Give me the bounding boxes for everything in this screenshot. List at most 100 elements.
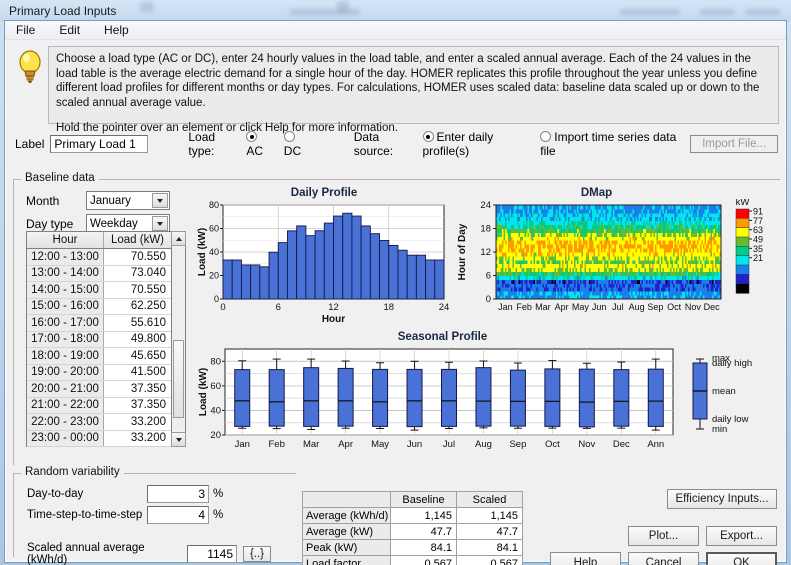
svg-text:Ann: Ann	[647, 439, 664, 450]
table-row[interactable]: 15:00 - 16:00 62.250	[27, 298, 171, 315]
cancel-button[interactable]: Cancel	[628, 552, 699, 565]
scaled-average-expression-button[interactable]: {..}	[243, 546, 271, 562]
cell-load[interactable]: 37.350	[104, 397, 171, 413]
day-to-day-unit: %	[213, 488, 224, 500]
cell-hour: 23:00 - 00:00	[27, 430, 104, 446]
table-row[interactable]: 16:00 - 17:00 55.610	[27, 315, 171, 332]
stats-corner-cell	[302, 491, 391, 508]
table-header-row: Hour Load (kW)	[27, 232, 171, 249]
cell-load[interactable]: 37.350	[104, 381, 171, 397]
stats-row-label: Peak (kW)	[302, 539, 391, 556]
month-dropdown-arrow[interactable]	[152, 193, 168, 208]
svg-text:daily high: daily high	[712, 358, 752, 369]
scaled-average-caption: Scaled annual average (kWh/d)	[27, 542, 145, 565]
label-input[interactable]	[50, 135, 149, 153]
table-row[interactable]: 21:00 - 22:00 37.350	[27, 397, 171, 414]
daytype-value: Weekday	[90, 217, 138, 230]
svg-text:0: 0	[486, 294, 491, 305]
svg-text:May: May	[371, 439, 389, 450]
cell-load[interactable]: 41.500	[104, 364, 171, 380]
svg-text:Feb: Feb	[269, 439, 285, 450]
cell-load[interactable]: 73.040	[104, 265, 171, 281]
scaled-average-input[interactable]	[187, 545, 237, 563]
cell-load[interactable]: 33.200	[104, 414, 171, 430]
svg-text:24: 24	[480, 200, 491, 211]
plot-button[interactable]: Plot...	[628, 526, 699, 546]
svg-text:40: 40	[210, 405, 221, 416]
random-variability-title: Random variability	[21, 466, 124, 478]
table-row[interactable]: 22:00 - 23:00 33.200	[27, 414, 171, 431]
baseline-data-group: Baseline data Month January Day type Wee…	[13, 172, 780, 469]
stats-value-baseline: 0.567	[390, 555, 457, 565]
scroll-up-button[interactable]	[171, 231, 186, 246]
hint-panel: Choose a load type (AC or DC), enter 24 …	[5, 40, 786, 134]
daily-profile-chart: Daily Profile 0 20 40 60 80 0 6 12 18 24 Hour Load …	[195, 187, 453, 332]
baseline-group-title: Baseline data	[21, 172, 99, 184]
month-value: January	[90, 194, 131, 207]
stats-row: Load factor 0.567 0.567	[302, 555, 523, 565]
import-file-button[interactable]: Import File...	[690, 135, 778, 153]
table-row[interactable]: 19:00 - 20:00 41.500	[27, 364, 171, 381]
radio-ac-icon	[246, 131, 258, 142]
table-row[interactable]: 14:00 - 15:00 70.550	[27, 282, 171, 299]
stats-row: Average (kW) 47.7 47.7	[302, 523, 523, 540]
table-row[interactable]: 12:00 - 13:00 70.550	[27, 249, 171, 266]
stats-value-scaled: 0.567	[456, 555, 523, 565]
table-row[interactable]: 20:00 - 21:00 37.350	[27, 381, 171, 398]
svg-text:Hour: Hour	[322, 314, 345, 325]
dialog-button-area: Efficiency Inputs... Plot... Export... H…	[550, 489, 777, 565]
window-titlebar: Primary Load Inputs	[0, 0, 791, 22]
stats-row-label: Average (kWh/d)	[302, 507, 391, 524]
cell-load[interactable]: 70.550	[104, 282, 171, 298]
menu-edit[interactable]: Edit	[56, 22, 83, 38]
col-header-hour: Hour	[27, 232, 104, 248]
stats-value-scaled: 1,145	[456, 507, 523, 524]
svg-text:6: 6	[276, 302, 281, 313]
scaled-average-row: Scaled annual average (kWh/d) {..}	[27, 542, 271, 565]
menu-file[interactable]: File	[13, 22, 38, 38]
month-caption: Month	[26, 193, 60, 208]
ok-button[interactable]: OK	[706, 552, 777, 565]
svg-text:Jun: Jun	[592, 302, 607, 312]
daytype-dropdown-arrow[interactable]	[152, 216, 168, 231]
svg-text:Jan: Jan	[235, 439, 250, 450]
radio-load-type-ac[interactable]: AC	[246, 130, 273, 158]
table-row[interactable]: 18:00 - 19:00 45.650	[27, 348, 171, 365]
scroll-down-button[interactable]	[171, 432, 186, 447]
radio-data-source-import[interactable]: Import time series data file	[540, 130, 678, 158]
svg-text:Jul: Jul	[612, 302, 624, 312]
svg-text:Jun: Jun	[407, 439, 422, 450]
svg-text:6: 6	[486, 271, 491, 282]
radio-data-source-daily[interactable]: Enter daily profile(s)	[422, 130, 531, 158]
statistics-grid: Baseline Scaled Average (kWh/d) 1,145 1,14…	[302, 491, 523, 565]
menu-help[interactable]: Help	[101, 22, 132, 38]
radio-ac-label: AC	[246, 144, 264, 158]
cell-load[interactable]: 55.610	[104, 315, 171, 331]
table-row[interactable]: 23:00 - 00:00 33.200	[27, 430, 171, 447]
radio-daily-icon	[422, 131, 434, 142]
svg-text:Load (kW): Load (kW)	[198, 368, 209, 416]
stats-row-label: Average (kW)	[302, 523, 391, 540]
table-row[interactable]: 13:00 - 14:00 73.040	[27, 265, 171, 282]
cell-load[interactable]: 33.200	[104, 430, 171, 446]
load-type-caption: Load type:	[188, 130, 216, 158]
timestep-input[interactable]	[147, 506, 209, 524]
cell-load[interactable]: 70.550	[104, 249, 171, 265]
scrollbar-thumb[interactable]	[173, 340, 184, 418]
svg-text:80: 80	[209, 200, 219, 210]
radio-load-type-dc[interactable]: DC	[283, 130, 312, 158]
label-caption: Label	[15, 137, 45, 151]
cell-hour: 18:00 - 19:00	[27, 348, 104, 364]
help-button[interactable]: Help	[550, 552, 621, 565]
month-dropdown[interactable]: January	[86, 191, 170, 210]
export-button[interactable]: Export...	[706, 526, 777, 546]
day-to-day-input[interactable]	[147, 485, 209, 503]
radio-dc-icon	[283, 131, 295, 142]
cell-load[interactable]: 45.650	[104, 348, 171, 364]
cell-load[interactable]: 62.250	[104, 298, 171, 314]
svg-text:mean: mean	[712, 386, 736, 397]
cell-hour: 21:00 - 22:00	[27, 397, 104, 413]
cell-hour: 20:00 - 21:00	[27, 381, 104, 397]
efficiency-inputs-button[interactable]: Efficiency Inputs...	[667, 489, 777, 509]
svg-text:Nov: Nov	[578, 439, 595, 450]
